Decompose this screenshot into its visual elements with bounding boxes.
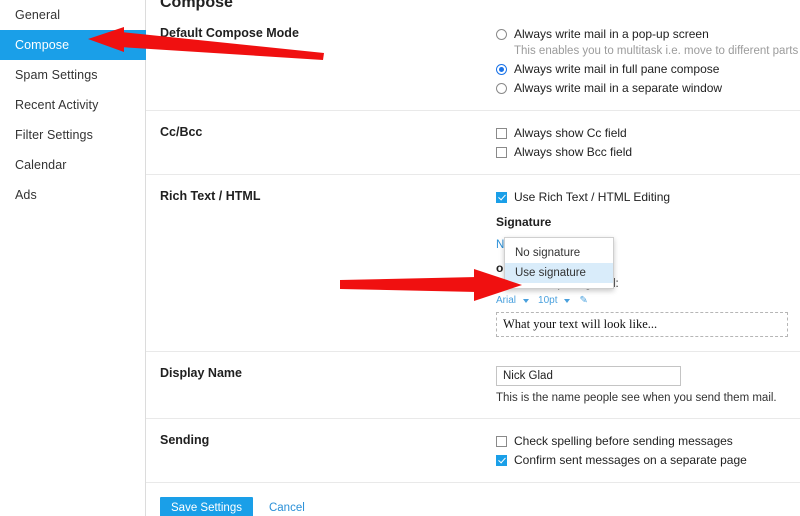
- section-default-compose-mode: Default Compose Mode Always write mail i…: [146, 12, 800, 110]
- section-body: Check spelling before sending messages C…: [496, 433, 800, 468]
- section-body: This is the name people see when you sen…: [496, 366, 800, 404]
- section-rich-text-html: Rich Text / HTML Use Rich Text / HTML Ed…: [146, 174, 800, 351]
- checkbox-icon-show-bcc[interactable]: [496, 146, 507, 158]
- section-body: Always show Cc field Always show Bcc fie…: [496, 125, 800, 160]
- checkbox-row-show-bcc[interactable]: Always show Bcc field: [496, 144, 794, 160]
- display-name-help: This is the name people see when you sen…: [496, 392, 777, 404]
- settings-page: General Compose Spam Settings Recent Act…: [0, 0, 800, 516]
- checkbox-row-confirm-sent[interactable]: Confirm sent messages on a separate page: [496, 452, 794, 468]
- sidebar-item-recent-activity[interactable]: Recent Activity: [0, 90, 145, 120]
- sidebar-item-compose[interactable]: Compose: [0, 30, 146, 60]
- sidebar-item-label: Spam Settings: [15, 68, 98, 82]
- dropdown-option-use-signature[interactable]: Use signature: [505, 263, 613, 283]
- radio-icon-full-pane[interactable]: [496, 63, 507, 75]
- save-settings-button[interactable]: Save Settings: [160, 497, 253, 516]
- radio-row-popup-screen[interactable]: Always write mail in a pop-up screen: [496, 26, 800, 42]
- checkbox-icon-show-cc[interactable]: [496, 127, 507, 139]
- page-title: Compose: [160, 0, 233, 11]
- sidebar-item-label: Compose: [15, 38, 70, 52]
- sidebar-item-label: General: [15, 8, 61, 22]
- section-body: Use Rich Text / HTML Editing Signature N…: [496, 189, 800, 337]
- display-name-input[interactable]: [496, 366, 681, 386]
- checkbox-label: Always show Bcc field: [514, 145, 633, 159]
- section-label: Cc/Bcc: [160, 125, 203, 139]
- sidebar-item-label: Calendar: [15, 158, 67, 172]
- section-label: Default Compose Mode: [160, 26, 299, 40]
- signature-dropdown-menu[interactable]: No signature Use signature: [504, 237, 614, 289]
- sidebar-item-label: Ads: [15, 188, 37, 202]
- checkbox-label: Always show Cc field: [514, 126, 627, 140]
- checkbox-label: Use Rich Text / HTML Editing: [514, 190, 671, 204]
- section-label: Sending: [160, 433, 210, 447]
- checkbox-icon-confirm-sent[interactable]: [496, 454, 507, 466]
- checkbox-row-check-spelling[interactable]: Check spelling before sending messages: [496, 433, 794, 449]
- radio-label: Always write mail in a pop-up screen: [514, 27, 709, 41]
- font-preview-box: What your text will look like...: [496, 312, 788, 337]
- compose-mode-help-text: This enables you to multitask i.e. move …: [514, 45, 800, 57]
- sidebar-item-spam-settings[interactable]: Spam Settings: [0, 60, 145, 90]
- sidebar-item-filter-settings[interactable]: Filter Settings: [0, 120, 145, 150]
- font-editor-toolbar[interactable]: Arial 10pt ✎: [496, 294, 794, 307]
- settings-footer: Save Settings Cancel: [146, 482, 800, 516]
- sidebar-item-label: Recent Activity: [15, 98, 99, 112]
- checkbox-icon-check-spelling[interactable]: [496, 435, 507, 447]
- checkbox-label: Confirm sent messages on a separate page: [514, 453, 747, 467]
- section-label: Rich Text / HTML: [160, 189, 261, 203]
- cancel-button[interactable]: Cancel: [269, 502, 305, 514]
- section-label: Display Name: [160, 366, 242, 380]
- sidebar-item-calendar[interactable]: Calendar: [0, 150, 145, 180]
- checkbox-row-use-rich-text[interactable]: Use Rich Text / HTML Editing: [496, 189, 794, 205]
- dropdown-option-label: No signature: [515, 247, 581, 259]
- sidebar-item-ads[interactable]: Ads: [0, 180, 145, 210]
- font-family-selector[interactable]: Arial: [496, 295, 516, 306]
- dropdown-option-label: Use signature: [515, 267, 586, 279]
- sidebar-item-label: Filter Settings: [15, 128, 93, 142]
- settings-main-panel: Compose Default Compose Mode Always writ…: [146, 0, 800, 516]
- radio-icon-separate-window[interactable]: [496, 82, 507, 94]
- font-preview-text: What your text will look like...: [503, 317, 658, 331]
- chevron-down-icon: [523, 298, 530, 303]
- section-display-name: Display Name This is the name people see…: [146, 351, 800, 418]
- section-sending: Sending Check spelling before sending me…: [146, 418, 800, 482]
- radio-icon-popup-screen[interactable]: [496, 28, 507, 40]
- checkbox-icon-use-rich-text[interactable]: [496, 191, 507, 203]
- chevron-down-icon: [564, 298, 571, 303]
- radio-row-full-pane[interactable]: Always write mail in full pane compose: [496, 61, 800, 77]
- radio-label: Always write mail in full pane compose: [514, 62, 720, 76]
- dropdown-option-no-signature[interactable]: No signature: [505, 243, 613, 263]
- text-color-icon[interactable]: ✎: [579, 295, 587, 306]
- checkbox-row-show-cc[interactable]: Always show Cc field: [496, 125, 794, 141]
- radio-label: Always write mail in a separate window: [514, 81, 723, 95]
- checkbox-label: Check spelling before sending messages: [514, 434, 733, 448]
- settings-sidebar: General Compose Spam Settings Recent Act…: [0, 0, 146, 516]
- sidebar-item-general[interactable]: General: [0, 0, 145, 30]
- signature-title: Signature: [496, 215, 552, 229]
- section-body: Always write mail in a pop-up screen Thi…: [496, 26, 800, 96]
- radio-row-separate-window[interactable]: Always write mail in a separate window: [496, 80, 800, 96]
- font-size-selector[interactable]: 10pt: [538, 295, 557, 306]
- section-cc-bcc: Cc/Bcc Always show Cc field Always show …: [146, 110, 800, 174]
